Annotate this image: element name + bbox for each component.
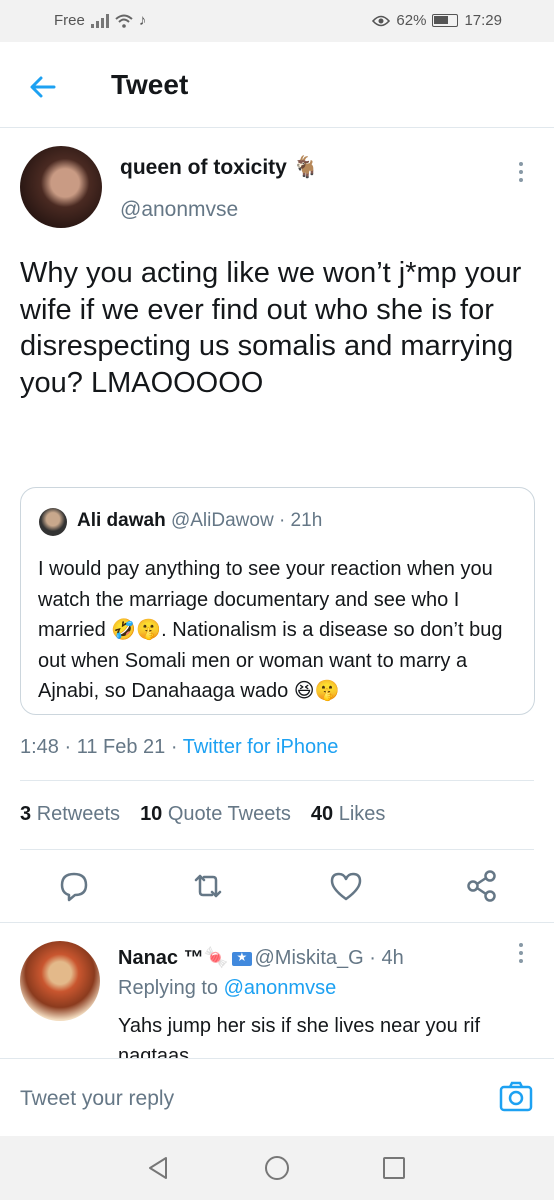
status-bar: Free ♪ 62% 17:29 [0,0,554,42]
quoted-tweet[interactable]: Ali dawah @AliDawow · 21h I would pay an… [20,487,535,715]
quoted-header: Ali dawah @AliDawow · 21h [77,510,322,532]
author-name[interactable]: queen of toxicity 🐐 [120,156,319,180]
likes-label: Likes [338,803,386,825]
tweet-client-link[interactable]: Twitter for iPhone [183,736,339,758]
reply-author-handle[interactable]: @Miskita_G · 4h [255,947,404,969]
replying-to-prefix: Replying to [118,977,224,999]
quoted-author-handle: @AliDawow · 21h [170,510,323,531]
quoted-author-name: Ali dawah [77,510,166,531]
retweets-count: 3 [20,803,32,825]
share-icon[interactable] [462,866,502,906]
tweet-text: Why you acting like we won’t j*mp your w… [20,257,522,399]
reply-text: Yahs jump her sis if she lives near you … [118,1015,481,1058]
tiktok-icon: ♪ [138,12,147,29]
reply-icon[interactable] [54,866,94,906]
likes-stat[interactable]: 40 Likes [311,803,386,826]
eye-icon [372,15,391,26]
system-nav-bar [0,1136,554,1200]
status-right: 62% 17:29 [372,12,502,29]
nav-back-icon[interactable] [144,1154,172,1182]
tweet-actions [0,866,554,906]
quoted-tweet-text: I would pay anything to see your reactio… [38,558,503,702]
retweet-icon[interactable] [188,866,228,906]
replying-to-link[interactable]: @anonmvse [224,977,337,999]
likes-count: 40 [310,803,334,825]
divider [20,780,534,781]
camera-icon[interactable] [498,1079,534,1115]
reply-author-name[interactable]: Nanac ™🍬 [118,947,229,969]
reply-more-options-icon[interactable] [513,941,529,965]
clock: 17:29 [464,12,502,29]
author-handle[interactable]: @anonmvse [120,198,238,222]
quoted-author-avatar [39,508,67,536]
author-avatar[interactable] [20,146,102,228]
status-left: Free ♪ [54,12,146,29]
divider [20,849,534,850]
page-title: Tweet [111,69,189,100]
reply-header: Nanac ™🍬 @Miskita_G · 4h [118,945,404,970]
tweet-stats: 3 Retweets 10 Quote Tweets 40 Likes [20,803,385,826]
reply-compose-bar: Tweet your reply [0,1058,554,1136]
tweet-meta: 1:48 · 11 Feb 21 · Twitter for iPhone [20,736,338,759]
quote-tweets-stat[interactable]: 10 Quote Tweets [140,803,291,826]
carrier-label: Free [54,12,85,29]
retweets-label: Retweets [36,803,121,825]
battery-icon [432,14,459,27]
somalia-flag-icon [231,950,252,966]
tweet-timestamp: 1:48 · 11 Feb 21 · [20,736,183,758]
more-options-icon[interactable] [513,160,529,184]
back-arrow-icon[interactable] [26,70,60,104]
quote-tweets-count: 10 [140,803,163,825]
battery-percent: 62% [396,12,427,29]
like-heart-icon[interactable] [326,866,366,906]
top-app-bar: Tweet [0,42,554,128]
replying-to: Replying to @anonmvse [118,977,336,1000]
nav-home-icon[interactable] [263,1154,291,1182]
nav-recents-icon[interactable] [380,1154,408,1182]
wifi-icon [115,14,133,28]
retweets-stat[interactable]: 3 Retweets [20,803,120,826]
reply-tweet[interactable]: Nanac ™🍬 @Miskita_G · 4h Replying to @ano… [0,923,554,1058]
reply-author-avatar[interactable] [20,941,100,1021]
quote-tweets-label: Quote Tweets [167,803,291,825]
signal-icon [90,13,109,28]
reply-input[interactable]: Tweet your reply [20,1087,174,1111]
